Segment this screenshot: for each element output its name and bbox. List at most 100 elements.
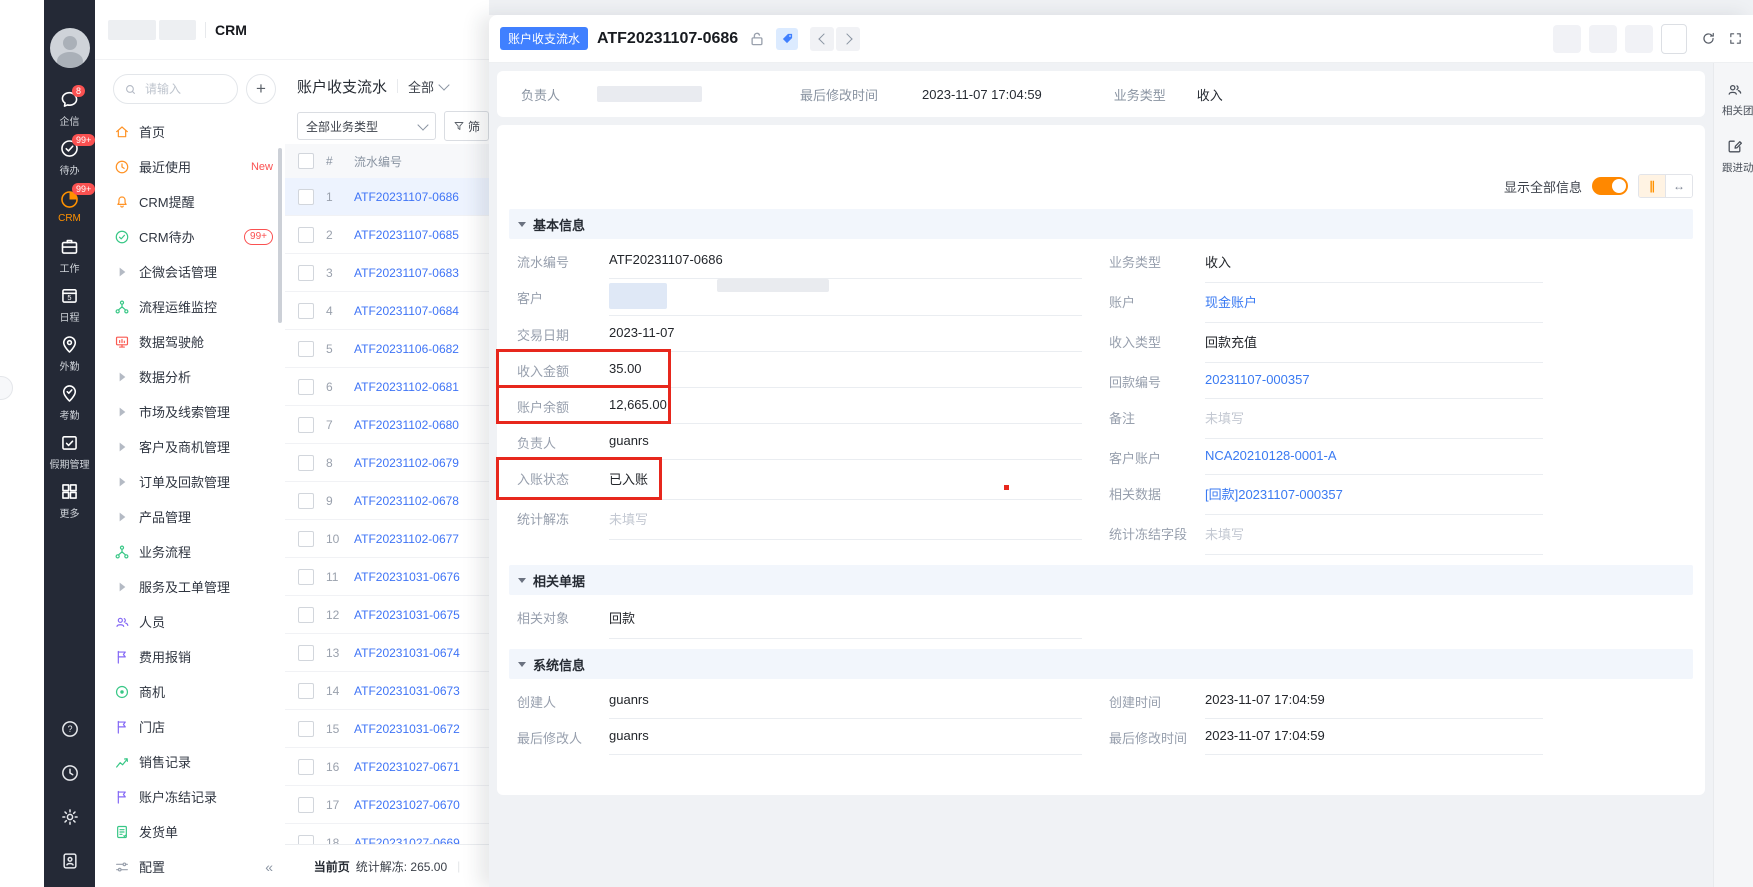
tag-button[interactable] bbox=[776, 27, 799, 50]
row-checkbox[interactable] bbox=[298, 530, 314, 547]
refresh-icon[interactable] bbox=[1701, 31, 1716, 46]
nav-item[interactable]: 商机 « bbox=[95, 674, 285, 709]
field-value[interactable]: [回款]20231107-000357 bbox=[1205, 475, 1543, 515]
filter-button[interactable]: 筛 bbox=[443, 111, 489, 141]
row-checkbox[interactable] bbox=[298, 644, 314, 661]
rail-item[interactable]: 工作 bbox=[44, 231, 95, 280]
nav-item[interactable]: 企微会话管理 « bbox=[95, 254, 285, 289]
field-value[interactable]: 收入 bbox=[1205, 243, 1543, 283]
table-row[interactable]: 17 ATF20231027-0670 bbox=[285, 786, 489, 824]
nav-item[interactable]: 人员 « bbox=[95, 604, 285, 639]
nav-item[interactable]: 门店 « bbox=[95, 709, 285, 744]
search-field[interactable] bbox=[143, 81, 227, 97]
action-button[interactable] bbox=[1661, 23, 1687, 54]
flow-number-link[interactable]: ATF20231027-0671 bbox=[354, 760, 460, 774]
field-value[interactable]: NCA20210128-0001-A bbox=[1205, 439, 1543, 475]
row-checkbox[interactable] bbox=[298, 682, 314, 699]
flow-number-link[interactable]: ATF20231031-0672 bbox=[354, 722, 460, 736]
table-row[interactable]: 11 ATF20231031-0676 bbox=[285, 558, 489, 596]
nav-item[interactable]: 订单及回款管理 « bbox=[95, 464, 285, 499]
table-row[interactable]: 13 ATF20231031-0674 bbox=[285, 634, 489, 672]
flow-number-link[interactable]: ATF20231031-0676 bbox=[354, 570, 460, 584]
flow-number-link[interactable]: ATF20231102-0680 bbox=[354, 418, 459, 432]
select-all-checkbox[interactable] bbox=[298, 153, 314, 169]
row-checkbox[interactable] bbox=[298, 264, 314, 281]
unlock-icon[interactable] bbox=[748, 30, 766, 48]
drawer-edge-handle[interactable] bbox=[0, 376, 13, 400]
nav-item[interactable]: 产品管理 « bbox=[95, 499, 285, 534]
row-checkbox[interactable] bbox=[298, 188, 314, 205]
section-header-basic[interactable]: 基本信息 bbox=[509, 209, 1693, 239]
rail-item[interactable]: 5 日程 bbox=[44, 280, 95, 329]
table-row[interactable]: 7 ATF20231102-0680 bbox=[285, 406, 489, 444]
nav-item[interactable]: 数据分析 « bbox=[95, 359, 285, 394]
rail-item[interactable]: 考勤 bbox=[44, 378, 95, 427]
nav-item[interactable]: CRM提醒 « bbox=[95, 184, 285, 219]
row-checkbox[interactable] bbox=[298, 758, 314, 775]
table-row[interactable]: 14 ATF20231031-0673 bbox=[285, 672, 489, 710]
section-header-system[interactable]: 系统信息 bbox=[509, 649, 1693, 679]
table-row[interactable]: 8 ATF20231102-0679 bbox=[285, 444, 489, 482]
table-row[interactable]: 16 ATF20231027-0671 bbox=[285, 748, 489, 786]
row-checkbox[interactable] bbox=[298, 568, 314, 585]
table-row[interactable]: 5 ATF20231106-0682 bbox=[285, 330, 489, 368]
rail-item[interactable]: 假期管理 bbox=[44, 427, 95, 476]
table-row[interactable]: 9 ATF20231102-0678 bbox=[285, 482, 489, 520]
row-checkbox[interactable] bbox=[298, 606, 314, 623]
table-row[interactable]: 4 ATF20231107-0684 bbox=[285, 292, 489, 330]
rail-bottom-button[interactable] bbox=[44, 751, 95, 795]
nav-item[interactable]: 发货单 « bbox=[95, 814, 285, 849]
flow-number-link[interactable]: ATF20231107-0683 bbox=[354, 266, 459, 280]
field-value[interactable]: 未填写 bbox=[1205, 515, 1543, 555]
flow-number-link[interactable]: ATF20231031-0675 bbox=[354, 608, 460, 622]
fullscreen-icon[interactable] bbox=[1728, 31, 1743, 46]
flow-number-link[interactable]: ATF20231102-0679 bbox=[354, 456, 459, 470]
search-input[interactable] bbox=[113, 74, 238, 104]
flow-number-link[interactable]: ATF20231031-0673 bbox=[354, 684, 460, 698]
action-button[interactable] bbox=[1625, 24, 1653, 53]
table-row[interactable]: 1 ATF20231107-0686 bbox=[285, 178, 489, 216]
side-tab[interactable]: 相关团队 bbox=[1714, 81, 1753, 118]
row-checkbox[interactable] bbox=[298, 720, 314, 737]
field-value[interactable]: 回款充值 bbox=[1205, 323, 1543, 363]
rail-item[interactable]: 99+ 待办 bbox=[44, 133, 96, 182]
flow-number-link[interactable]: ATF20231107-0684 bbox=[354, 304, 459, 318]
table-row[interactable]: 6 ATF20231102-0681 bbox=[285, 368, 489, 406]
avatar[interactable] bbox=[49, 28, 90, 68]
field-value[interactable]: 20231107-000357 bbox=[1205, 363, 1543, 399]
row-checkbox[interactable] bbox=[298, 226, 314, 243]
next-record-button[interactable] bbox=[836, 26, 861, 51]
prev-record-button[interactable] bbox=[810, 26, 835, 51]
side-tab[interactable]: 跟进动态 bbox=[1714, 138, 1753, 175]
flow-number-link[interactable]: ATF20231102-0678 bbox=[354, 494, 459, 508]
nav-scrollbar[interactable] bbox=[278, 148, 282, 323]
nav-item[interactable]: 流程运维监控 « bbox=[95, 289, 285, 324]
row-checkbox[interactable] bbox=[298, 378, 314, 395]
nav-item[interactable]: 最近使用 New « bbox=[95, 149, 285, 184]
nav-item[interactable]: 销售记录 « bbox=[95, 744, 285, 779]
table-row[interactable]: 15 ATF20231031-0672 bbox=[285, 710, 489, 748]
two-column-view-button[interactable] bbox=[1639, 175, 1666, 197]
nav-item[interactable]: 费用报销 « bbox=[95, 639, 285, 674]
show-all-toggle[interactable] bbox=[1592, 177, 1628, 195]
flow-number-link[interactable]: ATF20231102-0677 bbox=[354, 532, 459, 546]
nav-item[interactable]: CRM待办 99+ « bbox=[95, 219, 285, 254]
table-row[interactable]: 10 ATF20231102-0677 bbox=[285, 520, 489, 558]
nav-item[interactable]: 配置 « bbox=[95, 849, 285, 884]
row-checkbox[interactable] bbox=[298, 302, 314, 319]
rail-item[interactable]: 8 企信 bbox=[44, 84, 95, 133]
nav-item[interactable]: 账户冻结记录 « bbox=[95, 779, 285, 814]
action-button[interactable] bbox=[1553, 24, 1581, 53]
nav-item[interactable]: 市场及线索管理 « bbox=[95, 394, 285, 429]
collapse-nav-icon[interactable]: « bbox=[265, 859, 273, 875]
flow-number-link[interactable]: ATF20231107-0686 bbox=[354, 190, 459, 204]
flow-number-link[interactable]: ATF20231027-0670 bbox=[354, 798, 460, 812]
flow-number-link[interactable]: ATF20231106-0682 bbox=[354, 342, 459, 356]
flow-number-link[interactable]: ATF20231107-0685 bbox=[354, 228, 459, 242]
nav-item[interactable]: 业务流程 « bbox=[95, 534, 285, 569]
field-value[interactable]: 现金账户 bbox=[1205, 283, 1543, 323]
table-row[interactable]: 12 ATF20231031-0675 bbox=[285, 596, 489, 634]
action-button[interactable] bbox=[1589, 24, 1617, 53]
rail-bottom-button[interactable]: ? bbox=[44, 707, 95, 751]
rail-item[interactable]: 更多 bbox=[44, 476, 95, 525]
